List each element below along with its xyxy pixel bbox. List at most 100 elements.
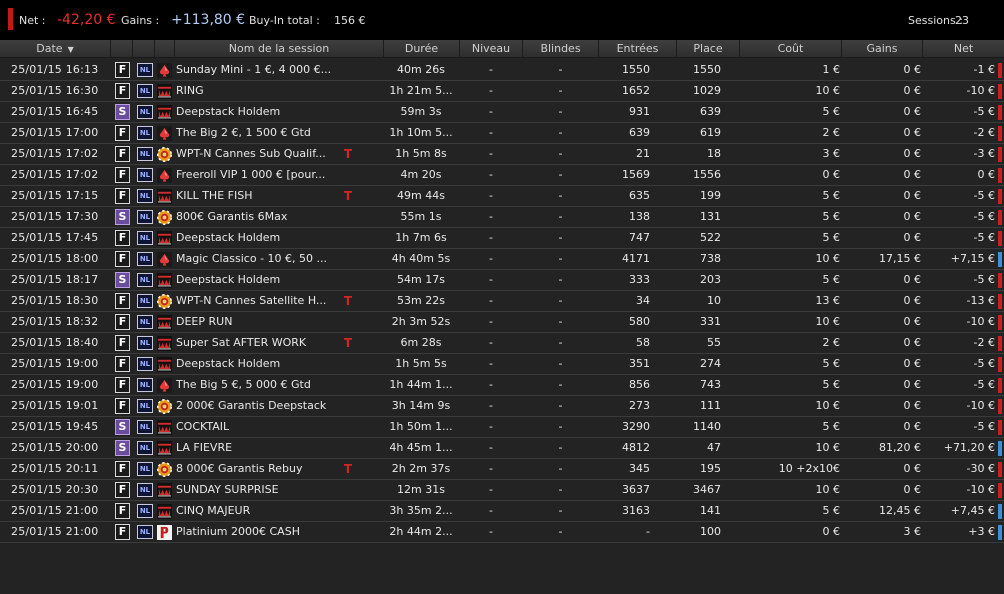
- table-row[interactable]: 25/01/15 18:32 F NL DEEP RUN 2h 3m 52s - - 580 3…: [0, 312, 1004, 333]
- poker-logo-icon: [157, 525, 172, 540]
- table-row[interactable]: 25/01/15 21:00 F NL Platinium 2000€ CASH 2h …: [0, 522, 1004, 543]
- table-row[interactable]: 25/01/15 20:30 F NL SUNDAY SURPRISE 12m 31s -…: [0, 480, 1004, 501]
- session-net: -1 €: [973, 63, 995, 76]
- net-result-indicator: [998, 147, 1002, 162]
- table-row[interactable]: 25/01/15 19:01 F NL 2 000€ Garantis Deepsta…: [0, 396, 1004, 417]
- column-header-room[interactable]: [155, 40, 175, 58]
- net-result-indicator: [998, 252, 1002, 267]
- session-place: 1556: [693, 168, 721, 181]
- session-blinds: -: [558, 126, 563, 139]
- table-row[interactable]: 25/01/15 17:30 S NL 800€ Garantis 6Max 55m 1…: [0, 207, 1004, 228]
- table-row[interactable]: 25/01/15 17:15 F NL KILL THE FISH T 49m 44s - -…: [0, 186, 1004, 207]
- column-header-level[interactable]: Niveau: [460, 40, 523, 58]
- session-net: -10 €: [966, 84, 995, 97]
- net-result-indicator: [998, 483, 1002, 498]
- table-row[interactable]: 25/01/15 18:00 F NL Magic Classico - 10 €, …: [0, 249, 1004, 270]
- session-net: 0 €: [977, 168, 996, 181]
- session-type-badge: F: [115, 461, 130, 477]
- session-date: 25/01/15 20:11: [11, 462, 99, 475]
- net-label: Net :: [19, 14, 46, 27]
- session-net: -5 €: [973, 210, 995, 223]
- buyin-label: Buy-In total :: [249, 14, 320, 27]
- table-row[interactable]: 25/01/15 17:02 F NL WPT-N Cannes Sub Qualif…: [0, 144, 1004, 165]
- no-limit-badge: NL: [137, 147, 153, 161]
- net-result-indicator: [998, 273, 1002, 288]
- session-entries: 3637: [622, 483, 650, 496]
- session-cost: 3 €: [822, 147, 841, 160]
- column-header-net[interactable]: Net: [923, 40, 1004, 58]
- table-row[interactable]: 25/01/15 16:13 F NL Sunday Mini - 1 €, 4 00…: [0, 60, 1004, 81]
- session-place: 1140: [693, 420, 721, 433]
- no-limit-badge: NL: [137, 420, 153, 434]
- column-header-duration[interactable]: Durée: [384, 40, 460, 58]
- crown-icon: [157, 189, 172, 204]
- session-cost: 0 €: [822, 525, 841, 538]
- column-header-gains[interactable]: Gains: [842, 40, 923, 58]
- table-header: Date ▼ Nom de la session Durée Niveau Bli…: [0, 40, 1004, 58]
- session-blinds: -: [558, 84, 563, 97]
- net-result-indicator: [998, 525, 1002, 540]
- session-blinds: -: [558, 252, 563, 265]
- session-name: DEEP RUN: [176, 315, 233, 328]
- session-name: KILL THE FISH: [176, 189, 253, 202]
- session-entries: 351: [629, 357, 650, 370]
- column-header-name[interactable]: Nom de la session: [175, 40, 384, 58]
- session-level: -: [489, 105, 493, 118]
- session-entries: 4171: [622, 252, 650, 265]
- column-header-blinds[interactable]: Blindes: [523, 40, 599, 58]
- session-place: 331: [700, 315, 721, 328]
- table-row[interactable]: 25/01/15 18:17 S NL Deepstack Holdem 54m 17s…: [0, 270, 1004, 291]
- session-cost: 1 €: [822, 63, 841, 76]
- session-cost: 5 €: [822, 504, 841, 517]
- column-header-entries[interactable]: Entrées: [599, 40, 677, 58]
- column-header-date[interactable]: Date ▼: [0, 40, 111, 58]
- session-cost: 2 €: [822, 126, 841, 139]
- table-row[interactable]: 25/01/15 19:00 F NL Deepstack Holdem 1h 5m 5…: [0, 354, 1004, 375]
- buyin-value: 156 €: [334, 14, 366, 27]
- session-duration: 1h 50m 1...: [389, 420, 453, 433]
- summary-bar: Net : -42,20 € Gains : +113,80 € Buy-In …: [0, 0, 1004, 40]
- session-type-badge: F: [115, 251, 130, 267]
- table-row[interactable]: 25/01/15 17:00 F NL The Big 2 €, 1 500 € Gt…: [0, 123, 1004, 144]
- session-gains: 0 €: [903, 420, 922, 433]
- session-gains: 0 €: [903, 357, 922, 370]
- session-date: 25/01/15 19:00: [11, 357, 99, 370]
- column-header-cost[interactable]: Coût: [740, 40, 842, 58]
- table-row[interactable]: 25/01/15 20:00 S NL LA FIEVRE 4h 45m 1... - - 4…: [0, 438, 1004, 459]
- session-blinds: -: [558, 357, 563, 370]
- table-row[interactable]: 25/01/15 16:45 S NL Deepstack Holdem 59m 3s -…: [0, 102, 1004, 123]
- session-date: 25/01/15 21:00: [11, 525, 99, 538]
- table-row[interactable]: 25/01/15 19:00 F NL The Big 5 €, 5 000 € Gt…: [0, 375, 1004, 396]
- session-duration: 2h 3m 52s: [391, 315, 451, 328]
- chip-icon: [157, 462, 172, 477]
- table-row[interactable]: 25/01/15 21:00 F NL CINQ MAJEUR 3h 35m 2... -…: [0, 501, 1004, 522]
- table-row[interactable]: 25/01/15 16:30 F NL RING 1h 21m 5... - - 1652 10…: [0, 81, 1004, 102]
- table-row[interactable]: 25/01/15 20:11 F NL 8 000€ Garantis Rebuy T 2…: [0, 459, 1004, 480]
- session-name: The Big 2 €, 1 500 € Gtd: [176, 126, 311, 139]
- session-net: -5 €: [973, 231, 995, 244]
- session-place: 203: [700, 273, 721, 286]
- crown-icon: [157, 504, 172, 519]
- table-row[interactable]: 25/01/15 19:45 S NL COCKTAIL 1h 50m 1... - - 32…: [0, 417, 1004, 438]
- session-blinds: -: [558, 63, 563, 76]
- column-header-type[interactable]: [111, 40, 133, 58]
- session-level: -: [489, 252, 493, 265]
- net-result-indicator: [998, 336, 1002, 351]
- chip-icon: [157, 294, 172, 309]
- session-place: 639: [700, 105, 721, 118]
- session-blinds: -: [558, 504, 563, 517]
- session-entries: 4812: [622, 441, 650, 454]
- session-duration: 12m 31s: [397, 483, 445, 496]
- table-row[interactable]: 25/01/15 18:40 F NL Super Sat AFTER WORK T 6m…: [0, 333, 1004, 354]
- session-duration: 53m 22s: [397, 294, 445, 307]
- table-row[interactable]: 25/01/15 17:02 F NL Freeroll VIP 1 000 € [p…: [0, 165, 1004, 186]
- column-header-game[interactable]: [133, 40, 155, 58]
- session-blinds: -: [558, 189, 563, 202]
- session-place: 522: [700, 231, 721, 244]
- table-row[interactable]: 25/01/15 17:45 F NL Deepstack Holdem 1h 7m 6…: [0, 228, 1004, 249]
- sessions-value: 23: [955, 14, 969, 27]
- no-limit-badge: NL: [137, 441, 153, 455]
- column-header-place[interactable]: Place: [677, 40, 740, 58]
- table-row[interactable]: 25/01/15 18:30 F NL WPT-N Cannes Satellite …: [0, 291, 1004, 312]
- session-gains: 0 €: [903, 378, 922, 391]
